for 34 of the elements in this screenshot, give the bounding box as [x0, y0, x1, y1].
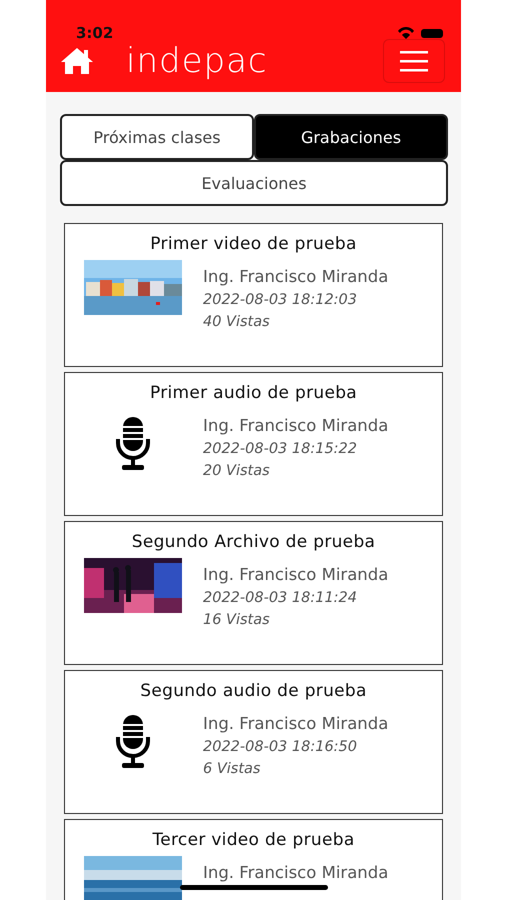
tab[interactable]: Grabaciones [254, 114, 448, 160]
logo: indepac [126, 41, 268, 81]
recording-title: Segundo Archivo de prueba [132, 532, 376, 552]
recording-title: Tercer video de prueba [152, 830, 355, 850]
view-count: 6 Vistas [203, 761, 262, 777]
menu-icon [400, 50, 428, 72]
author-name: Ing. Francisco Miranda [203, 416, 388, 435]
microphone-icon [115, 715, 151, 769]
microphone-icon [115, 417, 151, 471]
author-name: Ing. Francisco Miranda [203, 267, 388, 286]
author-name: Ing. Francisco Miranda [203, 714, 388, 733]
recording-title: Primer audio de prueba [150, 383, 358, 403]
recording-date: 2022-08-03 18:12:03 [203, 292, 358, 308]
recording-date: 2022-08-03 18:16:50 [203, 739, 358, 755]
view-count: 16 Vistas [203, 612, 271, 628]
recording-card[interactable]: Primer video de prueba Ing. Francisco Miranda 2022-08-03 18:12:03 40 Vistas [64, 223, 443, 367]
view-count: 40 Vistas [203, 314, 271, 330]
status-icons [397, 26, 445, 40]
recording-card[interactable]: Primer audio de prueba Ing. Francisco Miranda 2022-08-03 18:15:22 20 Vistas [64, 372, 443, 516]
status-time: 3:02 [76, 24, 114, 42]
author-name: Ing. Francisco Miranda [203, 863, 388, 882]
tab[interactable]: Próximas clases [60, 114, 254, 160]
recording-title: Primer video de prueba [150, 234, 357, 254]
tab[interactable]: Evaluaciones [60, 160, 448, 206]
author-name: Ing. Francisco Miranda [203, 565, 388, 584]
recording-card[interactable]: Segundo audio de prueba Ing. Francisco Miranda 2022-08-03 18:16:50 6 Vistas [64, 670, 443, 814]
recording-date: 2022-08-03 18:15:22 [203, 441, 358, 457]
home-icon[interactable] [60, 47, 94, 75]
recording-title: Segundo audio de prueba [140, 681, 367, 701]
menu-button[interactable] [383, 39, 445, 83]
recording-card[interactable]: Tercer video de prueba Ing. Francisco Miranda [64, 819, 443, 900]
recording-date: 2022-08-03 18:11:24 [203, 590, 358, 606]
view-count: 20 Vistas [203, 463, 271, 479]
recording-card[interactable]: Segundo Archivo de prueba Ing. Francisco Miranda 2022-08-03 18:11:24 16 Vistas [64, 521, 443, 665]
